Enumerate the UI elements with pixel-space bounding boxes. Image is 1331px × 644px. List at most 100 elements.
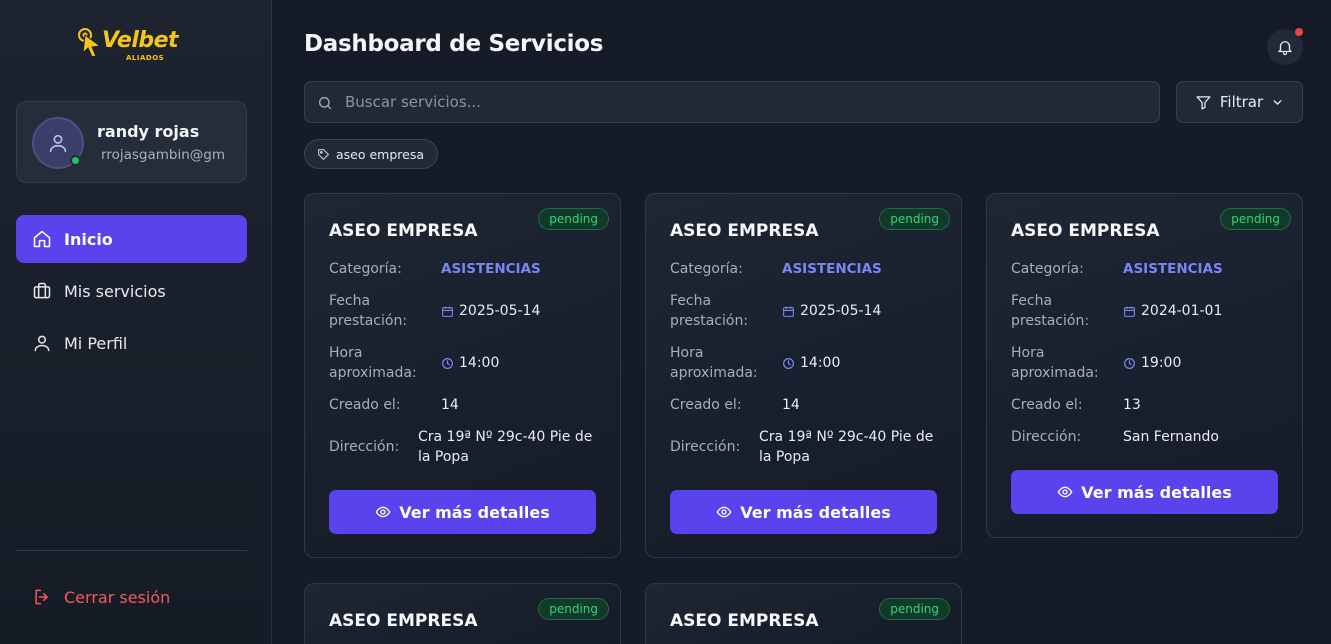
category-label: Categoría: [670, 261, 743, 277]
category-value: ASISTENCIAS [782, 261, 882, 277]
date-value: 2025-05-14 [441, 301, 540, 321]
button-label: Ver más detalles [740, 502, 891, 522]
tag-icon [318, 148, 329, 160]
service-card: pending ASEO EMPRESA Categoría: ASISTENC… [986, 193, 1303, 538]
date-value: 2025-05-14 [782, 301, 881, 321]
created-label: Creado el: [1011, 397, 1083, 413]
user-email: rrojasgambin@gm [101, 147, 225, 163]
calendar-icon [1124, 306, 1135, 317]
clock-icon [783, 357, 794, 369]
service-card: pending ASEO EMPRESA Categoría: ASISTENC… [645, 193, 962, 558]
nav-item-label: Inicio [64, 229, 113, 249]
card-title: ASEO EMPRESA [329, 221, 478, 241]
time-label: Hora aproximada: [1011, 345, 1099, 381]
nav-item-label: Mi Perfil [64, 333, 128, 353]
service-card: pending ASEO EMPRESA [304, 583, 621, 644]
date-text: 2025-05-14 [800, 303, 882, 319]
nav-item-mis-servicios[interactable]: Mis servicios [16, 267, 247, 315]
card-title: ASEO EMPRESA [670, 221, 819, 241]
brand-subtitle: ALIADOS [126, 54, 165, 62]
time-label: Hora aproximada: [329, 345, 417, 381]
view-details-button[interactable]: Ver más detalles [329, 490, 596, 534]
filter-button[interactable]: Filtrar [1176, 81, 1303, 123]
view-details-button[interactable]: Ver más detalles [670, 490, 937, 534]
status-badge: pending [1220, 208, 1291, 230]
filter-label: Filtrar [1219, 93, 1264, 111]
chip-label: aseo empresa [336, 146, 425, 162]
bell-icon [1278, 41, 1292, 56]
notification-badge [1295, 28, 1303, 36]
page-title: Dashboard de Servicios [304, 31, 604, 57]
time-text: 14:00 [459, 355, 500, 371]
search-icon [318, 96, 332, 110]
online-status-dot [70, 155, 81, 166]
status-badge: pending [879, 208, 950, 230]
address-label: Dirección: [1011, 429, 1082, 445]
created-label: Creado el: [670, 397, 742, 413]
nav-item-mi-perfil[interactable]: Mi Perfil [16, 319, 247, 367]
nav-item-inicio[interactable]: Inicio [16, 215, 247, 263]
service-card: pending ASEO EMPRESA Categoría: ASISTENC… [304, 193, 621, 558]
button-label: Ver más detalles [399, 502, 550, 522]
cursor-logo-icon [78, 28, 102, 58]
brand-logo[interactable]: Velbet ALIADOS [76, 24, 206, 66]
clock-icon [1124, 357, 1135, 369]
sidebar-divider [16, 550, 247, 551]
status-badge: pending [538, 208, 609, 230]
created-value: 14 [782, 397, 800, 413]
button-label: Ver más detalles [1081, 482, 1232, 502]
eye-icon [1057, 486, 1073, 498]
category-value: ASISTENCIAS [1123, 261, 1223, 277]
time-text: 14:00 [800, 355, 841, 371]
date-label: Fecha prestación: [329, 293, 408, 329]
calendar-icon [442, 306, 453, 317]
search-box [304, 81, 1160, 123]
status-badge: pending [879, 598, 950, 620]
view-details-button[interactable]: Ver más detalles [1011, 470, 1278, 514]
card-title: ASEO EMPRESA [670, 611, 819, 631]
category-label: Categoría: [329, 261, 402, 277]
card-title: ASEO EMPRESA [329, 611, 478, 631]
address-value: Cra 19ª Nº 29c-40 Pie de la Popa [418, 429, 593, 465]
created-value: 13 [1123, 397, 1141, 413]
service-card: pending ASEO EMPRESA [645, 583, 962, 644]
category-value: ASISTENCIAS [441, 261, 541, 277]
category-label: Categoría: [1011, 261, 1084, 277]
active-filter-chip[interactable]: aseo empresa [304, 139, 439, 169]
date-value: 2024-01-01 [1123, 301, 1222, 321]
chevron-down-icon [1273, 99, 1282, 105]
created-value: 14 [441, 397, 459, 413]
logout-icon [35, 589, 48, 605]
date-text: 2024-01-01 [1141, 303, 1223, 319]
nav-item-label: Mis servicios [64, 281, 166, 301]
time-value: 14:00 [441, 353, 499, 373]
user-avatar-icon [49, 134, 67, 153]
date-text: 2025-05-14 [459, 303, 541, 319]
clock-icon [442, 357, 453, 369]
address-value: San Fernando [1123, 429, 1219, 445]
time-label: Hora aproximada: [670, 345, 758, 381]
sidebar: Velbet ALIADOS randy rojas rrojasgambin@… [0, 0, 272, 644]
calendar-icon [783, 306, 794, 317]
brand-name: Velbet [102, 28, 179, 53]
eye-icon [375, 506, 391, 518]
date-label: Fecha prestación: [1011, 293, 1090, 329]
user-card[interactable]: randy rojas rrojasgambin@gm [16, 101, 247, 183]
logout-label: Cerrar sesión [64, 587, 171, 607]
time-text: 19:00 [1141, 355, 1182, 371]
status-badge: pending [538, 598, 609, 620]
address-value: Cra 19ª Nº 29c-40 Pie de la Popa [759, 429, 934, 465]
home-icon [33, 230, 51, 248]
logout-button[interactable]: Cerrar sesión [32, 587, 170, 607]
card-title: ASEO EMPRESA [1011, 221, 1160, 241]
user-icon [34, 335, 50, 352]
briefcase-icon [33, 282, 51, 299]
eye-icon [716, 506, 732, 518]
time-value: 14:00 [782, 353, 840, 373]
time-value: 19:00 [1123, 353, 1181, 373]
search-input[interactable] [345, 82, 1145, 122]
user-name: randy rojas [97, 122, 200, 141]
date-label: Fecha prestación: [670, 293, 749, 329]
created-label: Creado el: [329, 397, 401, 413]
funnel-icon [1196, 95, 1211, 110]
